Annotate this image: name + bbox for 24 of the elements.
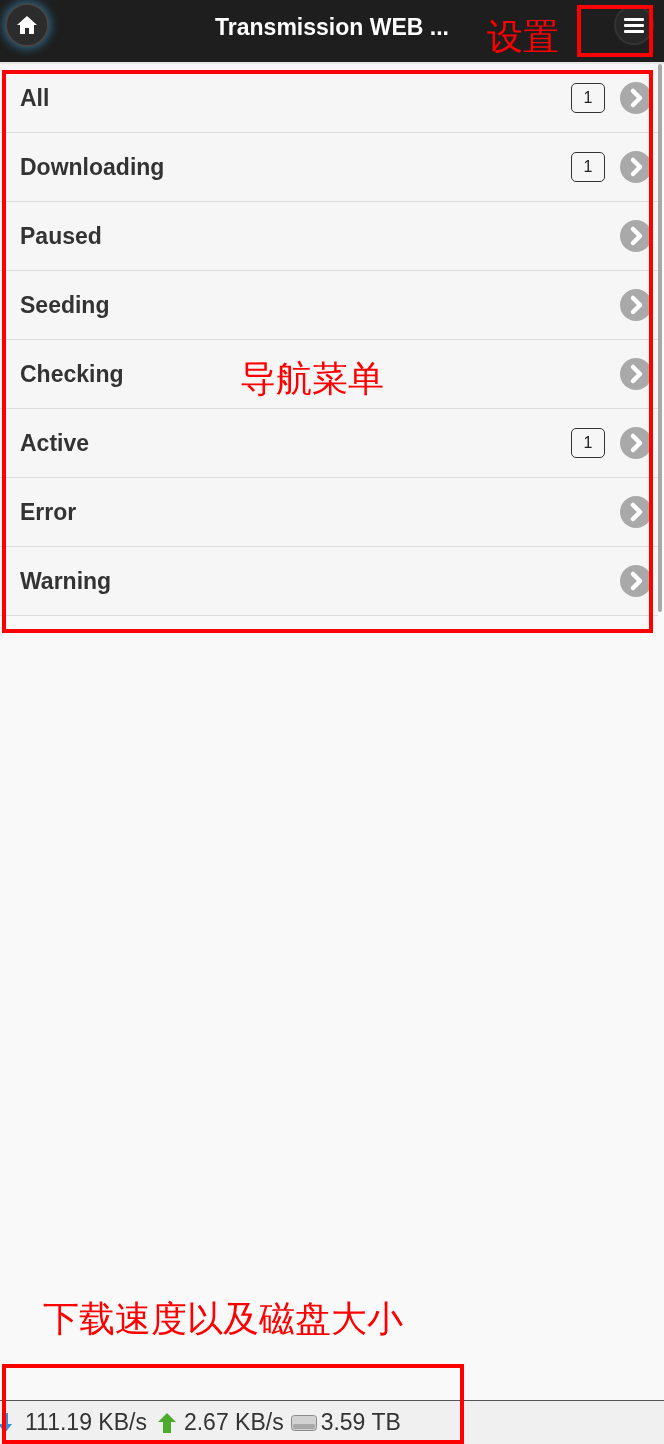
chevron-icon (620, 220, 652, 252)
disk-size: 3.59 TB (320, 1409, 401, 1436)
upload-arrow-icon (157, 1412, 176, 1433)
download-speed: 111.19 KB/s (25, 1409, 147, 1436)
chevron-icon (620, 151, 652, 183)
home-icon (17, 16, 37, 34)
annotation-label: 下载速度以及磁盘大小 (43, 1301, 403, 1337)
chevron-icon (620, 358, 652, 390)
chevron-icon (620, 289, 652, 321)
annotation-label: 设置 (487, 19, 559, 55)
chevron-icon (620, 496, 652, 528)
annotation-label: 导航菜单 (240, 361, 384, 397)
chevron-icon (620, 565, 652, 597)
page-title: Transmission WEB ... (215, 13, 449, 41)
count-badge: 1 (571, 152, 605, 182)
hard-drive-icon (290, 1414, 317, 1431)
menu-icon (624, 17, 644, 33)
upload-speed: 2.67 KB/s (183, 1409, 284, 1436)
count-badge: 1 (571, 83, 605, 113)
scrollbar-thumb[interactable] (658, 64, 662, 612)
chevron-icon (620, 82, 652, 114)
count-badge: 1 (571, 428, 605, 458)
chevron-icon (620, 427, 652, 459)
home-button[interactable] (5, 3, 49, 47)
